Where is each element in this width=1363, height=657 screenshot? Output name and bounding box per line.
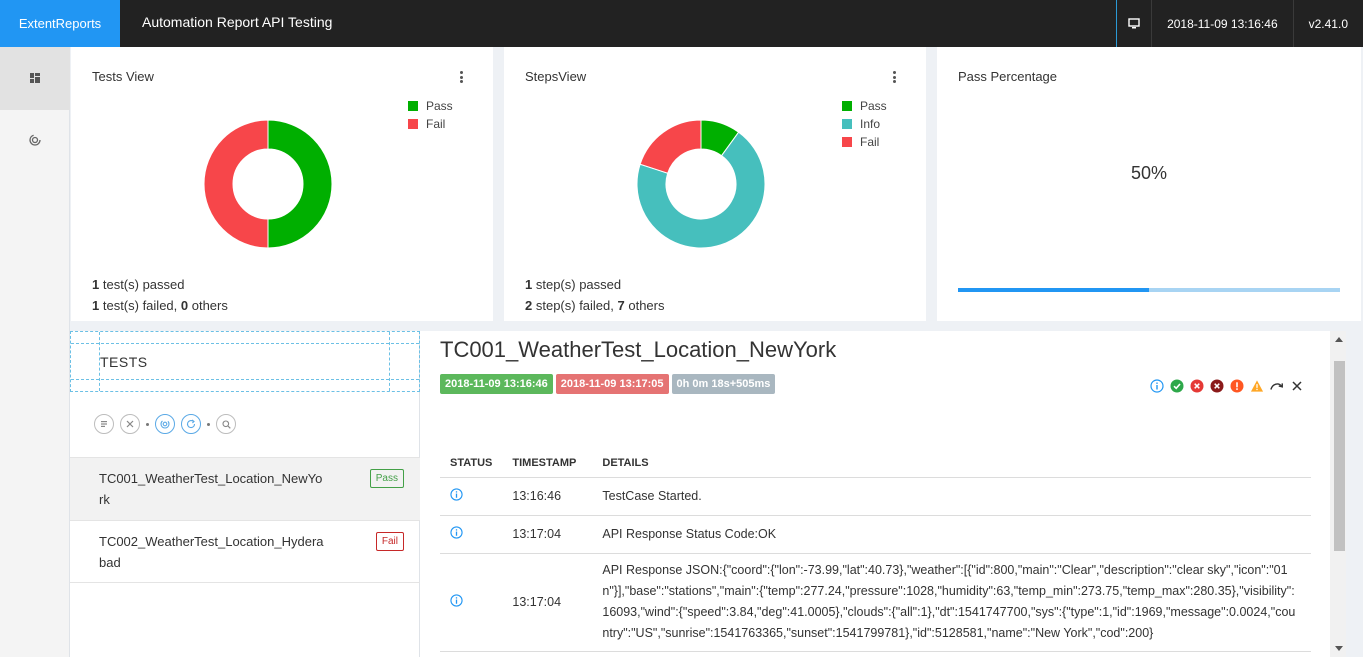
fatal-icon[interactable]: [1210, 379, 1224, 393]
tests-donut-chart: [203, 119, 333, 249]
card-title: StepsView: [525, 69, 587, 84]
tests-summary: 1 test(s) passed 1 test(s) failed, 0 oth…: [92, 277, 228, 313]
sidenav-dashboard[interactable]: [0, 47, 70, 110]
search-button[interactable]: [216, 414, 236, 434]
filter-separator: [207, 422, 210, 426]
filter-category-button[interactable]: [155, 414, 175, 434]
info-icon: [450, 526, 463, 542]
test-title: TC001_WeatherTest_Location_NewYork: [440, 337, 837, 362]
scroll-thumb[interactable]: [1334, 361, 1345, 551]
start-time-badge: 2018-11-09 13:16:46: [440, 374, 553, 394]
duration-badge: 0h 0m 18s+505ms: [671, 374, 776, 394]
more-vert-icon[interactable]: [460, 71, 464, 83]
log-row: 13:17:04 API Response Status Code:OK: [440, 515, 1311, 554]
test-filters: [94, 414, 242, 434]
log-details: TestCase Started.: [592, 477, 1311, 516]
donut-slice-fail[interactable]: [639, 119, 702, 174]
pass-icon[interactable]: [1170, 379, 1184, 393]
top-navbar: ExtentReports Automation Report API Test…: [0, 0, 1363, 47]
steps-legend: Pass Info Fail: [842, 97, 887, 151]
donut-slice-pass[interactable]: [267, 119, 333, 249]
legend-item-fail: Fail: [842, 133, 887, 151]
run-timestamp: 2018-11-09 13:16:46: [1151, 0, 1293, 47]
sidenav: [0, 47, 70, 657]
clear-filter-button[interactable]: [120, 414, 140, 434]
test-item[interactable]: TC002_WeatherTest_Location_Hyderabad Fai…: [70, 520, 420, 583]
log-table-header: STATUS TIMESTAMP DETAILS: [440, 449, 1311, 478]
log-details: API Response Status Code:OK: [592, 515, 1311, 554]
sidenav-tests[interactable]: [0, 110, 70, 173]
refresh-button[interactable]: [181, 414, 201, 434]
log-timestamp: 13:17:04: [502, 553, 593, 652]
test-time-badges: 2018-11-09 13:16:46 2018-11-09 13:17:05 …: [440, 374, 778, 394]
filter-separator: [146, 422, 149, 426]
test-item[interactable]: TC001_WeatherTest_Location_NewYork Pass: [70, 457, 420, 520]
test-list-panel: TESTS TC001_WeatherTest_Location_NewYork…: [70, 331, 420, 657]
legend-item-info: Info: [842, 115, 887, 133]
scroll-up-arrow[interactable]: [1335, 337, 1343, 342]
test-name: TC001_WeatherTest_Location_NewYork: [99, 471, 323, 507]
test-detail-panel: TC001_WeatherTest_Location_NewYork 2018-…: [420, 331, 1330, 657]
log-row: 13:17:04 API Response JSON:{"coord":{"lo…: [440, 553, 1311, 652]
log-details: API Response JSON:{"coord":{"lon":-73.99…: [592, 553, 1311, 652]
tests-view-card: Tests View Pass Fail 1 test(s) passed 1 …: [71, 47, 493, 321]
steps-summary: 1 step(s) passed 2 step(s) failed, 7 oth…: [525, 277, 665, 313]
log-row: 13:16:46 TestCase Started.: [440, 477, 1311, 516]
pass-percentage-bar: [958, 288, 1340, 292]
log-table: STATUS TIMESTAMP DETAILS 13:16:46 TestCa…: [440, 449, 1311, 652]
legend-item-pass: Pass: [842, 97, 887, 115]
steps-view-card: StepsView Pass Info Fail 1 step(s) passe…: [504, 47, 926, 321]
tests-header: TESTS: [70, 331, 420, 392]
more-vert-icon[interactable]: [893, 71, 897, 83]
detail-scrollbar[interactable]: [1330, 331, 1346, 657]
steps-donut-chart: [636, 119, 766, 249]
brand-logo[interactable]: ExtentReports: [0, 0, 120, 47]
error-icon[interactable]: [1230, 379, 1244, 393]
legend-item-pass: Pass: [408, 97, 453, 115]
card-title: Tests View: [92, 69, 154, 84]
log-timestamp: 13:17:04: [502, 515, 593, 554]
filter-status-button[interactable]: [94, 414, 114, 434]
log-status: [440, 553, 503, 652]
column-header: TIMESTAMP: [502, 449, 593, 478]
tests-legend: Pass Fail: [408, 97, 453, 133]
log-status: [440, 515, 503, 554]
info-icon[interactable]: [1150, 379, 1164, 393]
log-timestamp: 13:16:46: [502, 477, 593, 516]
nav-right: 2018-11-09 13:16:46 v2.41.0: [1116, 0, 1363, 47]
tests-header-label: TESTS: [100, 354, 148, 370]
spinner-icon: [29, 133, 41, 151]
info-icon: [450, 488, 463, 504]
pass-percentage-value: 50%: [1130, 163, 1168, 183]
pass-percentage-card: Pass Percentage 50%: [937, 47, 1361, 321]
pass-percentage-fill: [958, 288, 1149, 292]
info-icon: [450, 594, 463, 610]
log-status: [440, 477, 503, 516]
status-filter-icons: [1144, 379, 1304, 393]
legend-item-fail: Fail: [408, 115, 453, 133]
column-header: DETAILS: [592, 449, 1311, 478]
report-name: Automation Report API Testing: [142, 14, 333, 30]
column-header: STATUS: [440, 449, 503, 478]
close-icon[interactable]: [1290, 379, 1304, 393]
monitor-icon[interactable]: [1116, 0, 1151, 47]
warning-icon[interactable]: [1250, 379, 1264, 393]
version-label: v2.41.0: [1292, 0, 1363, 47]
status-badge: Fail: [375, 532, 404, 551]
dashboard-icon: [30, 70, 40, 88]
fail-icon[interactable]: [1190, 379, 1204, 393]
scroll-down-arrow[interactable]: [1335, 646, 1343, 651]
card-title: Pass Percentage: [958, 69, 1058, 84]
test-name: TC002_WeatherTest_Location_Hyderabad: [99, 534, 324, 570]
donut-slice-fail[interactable]: [203, 119, 269, 249]
end-time-badge: 2018-11-09 13:17:05: [555, 374, 669, 394]
status-badge: Pass: [369, 469, 404, 488]
skip-icon[interactable]: [1270, 379, 1284, 393]
